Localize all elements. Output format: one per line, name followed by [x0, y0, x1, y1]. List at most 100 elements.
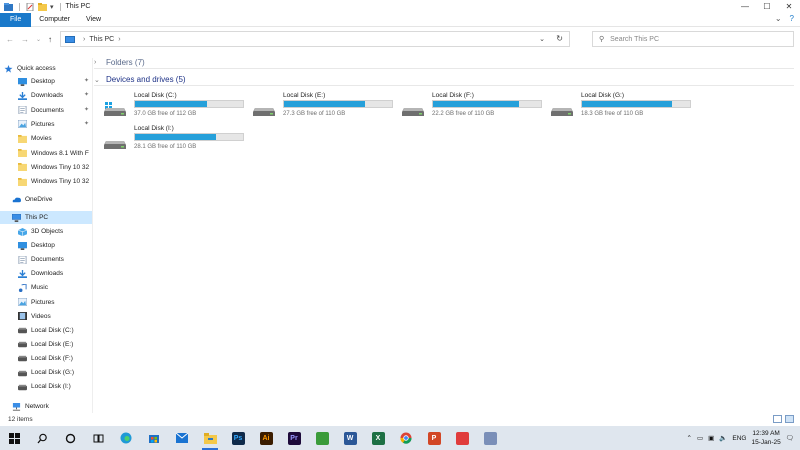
- sidebar-item-pc[interactable]: Local Disk (E:): [0, 338, 92, 351]
- close-button[interactable]: ✕: [778, 0, 800, 13]
- chevron-right-icon[interactable]: ›: [118, 36, 120, 43]
- expand-ribbon-icon[interactable]: ⌄: [775, 14, 782, 23]
- sidebar-item-pc[interactable]: Local Disk (G:): [0, 366, 92, 379]
- sidebar-item-pc[interactable]: Music: [0, 281, 92, 294]
- sidebar-label: Network: [25, 403, 49, 410]
- window-title: This PC: [65, 3, 91, 10]
- folders-group-header[interactable]: › Folders (7): [94, 56, 794, 69]
- star-icon: [4, 64, 13, 73]
- network-icon[interactable]: ▣: [708, 434, 714, 442]
- taskbar-button[interactable]: Ai: [252, 426, 280, 450]
- search-box[interactable]: ⚲ Search This PC: [592, 31, 794, 47]
- chevron-right-icon[interactable]: ›: [83, 36, 85, 43]
- clock[interactable]: 12:39 AM 15-Jan-25: [751, 429, 780, 447]
- address-bar[interactable]: › This PC › ⌄ ↻: [60, 31, 570, 47]
- pin-icon[interactable]: ✦: [84, 77, 89, 84]
- sidebar-item-pc[interactable]: 3D Objects: [0, 225, 92, 238]
- taskbar-button[interactable]: [196, 426, 224, 450]
- taskbar-button[interactable]: [28, 426, 56, 450]
- sidebar-item-pc[interactable]: Documents: [0, 253, 92, 266]
- drive-tile[interactable]: Local Disk (G:) 18.3 GB free of 110 GB: [541, 92, 691, 122]
- drive-free-space: 27.3 GB free of 110 GB: [283, 111, 346, 117]
- drive-tile[interactable]: Local Disk (I:) 28.1 GB free of 110 GB: [94, 125, 244, 155]
- sidebar-item-pc[interactable]: Videos: [0, 310, 92, 323]
- taskbar-button[interactable]: W: [336, 426, 364, 450]
- sidebar-item-this-pc[interactable]: This PC: [0, 211, 92, 224]
- sidebar-item-quick[interactable]: Downloads ✦: [0, 89, 92, 102]
- sidebar-item-pc[interactable]: Downloads: [0, 267, 92, 280]
- sidebar-item-pc[interactable]: Local Disk (F:): [0, 352, 92, 365]
- drives-group-header[interactable]: ⌄ Devices and drives (5): [94, 73, 794, 86]
- window-controls: — ☐ ✕: [734, 0, 800, 13]
- documents-icon: [18, 105, 27, 115]
- taskbar-button[interactable]: [56, 426, 84, 450]
- drive-usage-bar: [581, 100, 691, 108]
- sidebar-item-quick[interactable]: Windows 8.1 With F: [0, 147, 92, 160]
- recent-locations-icon[interactable]: ⌄: [36, 36, 41, 43]
- hard-drive-icon: [104, 141, 126, 149]
- drive-tile[interactable]: Local Disk (C:) 37.0 GB free of 112 GB: [94, 92, 244, 122]
- details-view-icon[interactable]: [773, 415, 782, 423]
- drive-usage-bar: [283, 100, 393, 108]
- language-indicator[interactable]: ENG: [732, 435, 746, 442]
- refresh-icon[interactable]: ↻: [556, 34, 563, 43]
- drive-tile[interactable]: Local Disk (E:) 27.3 GB free of 110 GB: [243, 92, 393, 122]
- sidebar-item-pc[interactable]: Desktop: [0, 239, 92, 252]
- illustrator-icon: Ai: [259, 431, 273, 445]
- pin-icon[interactable]: ✦: [84, 120, 89, 127]
- store-icon: [148, 432, 161, 445]
- large-icons-view-icon[interactable]: [785, 415, 794, 423]
- notifications-icon[interactable]: 🗨: [786, 434, 794, 442]
- battery-icon[interactable]: ▭: [697, 434, 703, 442]
- pin-icon[interactable]: ✦: [84, 106, 89, 113]
- taskbar-button[interactable]: [392, 426, 420, 450]
- properties-icon[interactable]: [26, 2, 35, 11]
- folder-icon: [18, 177, 27, 186]
- taskbar-button[interactable]: X: [364, 426, 392, 450]
- sidebar-item-onedrive[interactable]: OneDrive: [0, 193, 92, 206]
- taskbar-button[interactable]: [448, 426, 476, 450]
- sidebar-item-quick[interactable]: Windows Tiny 10 32: [0, 175, 92, 188]
- customize-toolbar-icon[interactable]: ▾: [50, 3, 54, 11]
- taskbar-button[interactable]: Pr: [280, 426, 308, 450]
- tab-computer[interactable]: Computer: [31, 13, 78, 27]
- taskbar-button[interactable]: [0, 426, 28, 450]
- sidebar-item-network[interactable]: Network: [0, 400, 92, 413]
- sidebar-item-quick-access[interactable]: Quick access: [0, 62, 92, 75]
- drive-tile[interactable]: Local Disk (F:) 22.2 GB free of 110 GB: [392, 92, 542, 122]
- sidebar-item-quick[interactable]: Pictures ✦: [0, 118, 92, 131]
- back-icon[interactable]: ←: [6, 35, 14, 44]
- sidebar-item-quick[interactable]: Desktop ✦: [0, 75, 92, 88]
- help-icon[interactable]: ?: [790, 14, 794, 23]
- pin-icon[interactable]: ✦: [84, 91, 89, 98]
- forward-icon[interactable]: →: [21, 35, 29, 44]
- sidebar-item-quick[interactable]: Movies: [0, 132, 92, 145]
- sidebar-item-pc[interactable]: Local Disk (C:): [0, 324, 92, 337]
- taskbar-button[interactable]: [308, 426, 336, 450]
- sidebar-item-quick[interactable]: Windows Tiny 10 32: [0, 161, 92, 174]
- drive-usage-fill: [135, 101, 208, 107]
- minimize-button[interactable]: —: [734, 0, 756, 13]
- taskbar-button[interactable]: [140, 426, 168, 450]
- tab-file[interactable]: File: [0, 12, 32, 27]
- taskbar-button[interactable]: [476, 426, 504, 450]
- tab-view[interactable]: View: [78, 13, 109, 27]
- taskbar-button[interactable]: [84, 426, 112, 450]
- sidebar-item-pc[interactable]: Local Disk (I:): [0, 380, 92, 393]
- up-icon[interactable]: ↑: [48, 35, 52, 44]
- chevron-up-icon[interactable]: ⌃: [687, 434, 692, 442]
- volume-icon[interactable]: 🔈: [719, 434, 727, 442]
- chevron-down-icon[interactable]: ⌄: [539, 35, 545, 43]
- sidebar-label: Windows Tiny 10 32: [31, 163, 90, 171]
- sidebar-item-pc[interactable]: Pictures: [0, 296, 92, 309]
- maximize-button[interactable]: ☐: [756, 0, 778, 13]
- taskbar-button[interactable]: Ps: [224, 426, 252, 450]
- sidebar-item-quick[interactable]: Documents ✦: [0, 104, 92, 117]
- taskbar-button[interactable]: [168, 426, 196, 450]
- taskbar-button[interactable]: [112, 426, 140, 450]
- new-folder-icon[interactable]: [38, 2, 47, 11]
- navigation-buttons: ← → ⌄ ↑: [0, 35, 52, 44]
- breadcrumb[interactable]: This PC: [89, 36, 114, 43]
- taskbar-button[interactable]: P: [420, 426, 448, 450]
- hard-drive-icon: [402, 108, 424, 116]
